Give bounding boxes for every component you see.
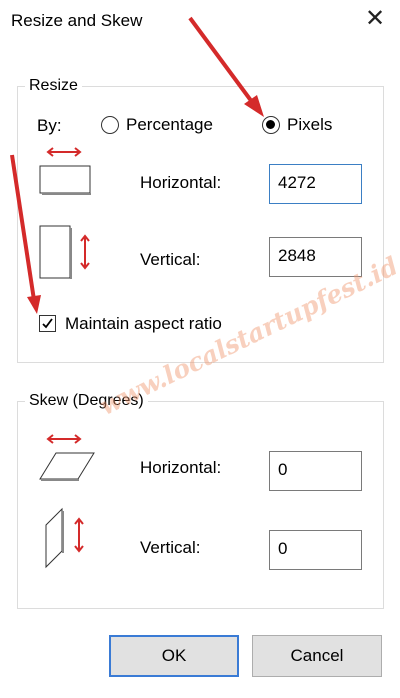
annotation-arrow-aspect [10,154,41,314]
